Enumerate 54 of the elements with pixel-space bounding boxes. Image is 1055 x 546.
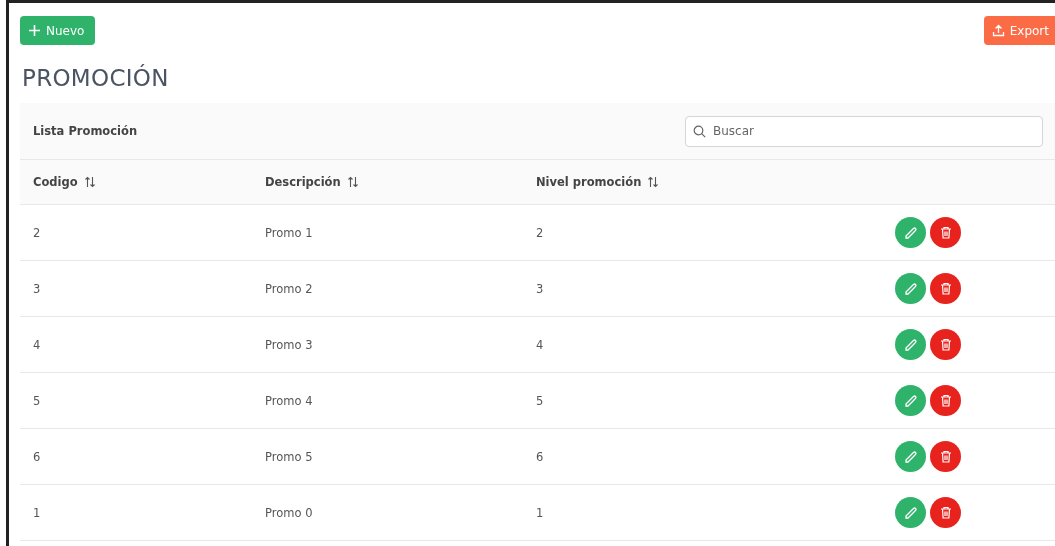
table-cell: 3 [536, 281, 544, 296]
sort-icon[interactable] [83, 176, 96, 188]
pencil-icon [903, 337, 918, 352]
table-cell: 6 [536, 449, 544, 464]
table-cell: 5 [536, 393, 544, 408]
table-cell: 1 [33, 505, 41, 520]
search-icon [693, 124, 706, 138]
column-header[interactable]: Nivel promoción [536, 175, 642, 189]
delete-button[interactable] [930, 217, 961, 248]
plus-icon [28, 24, 41, 37]
table-cell: 5 [33, 393, 41, 408]
delete-button[interactable] [930, 497, 961, 528]
edit-button[interactable] [895, 273, 926, 304]
pencil-icon [903, 225, 918, 240]
page-title: PROMOCIÓN [22, 65, 170, 91]
edit-button[interactable] [895, 217, 926, 248]
edit-button[interactable] [895, 441, 926, 472]
table-cell: Promo 3 [265, 337, 313, 352]
column-header[interactable]: Descripción [265, 175, 341, 189]
trash-icon [939, 450, 952, 463]
table-cell: Promo 0 [265, 505, 313, 520]
table-cell: Promo 2 [265, 281, 313, 296]
table-cell: 3 [33, 281, 41, 296]
sort-icon[interactable] [647, 176, 660, 188]
pencil-icon [903, 281, 918, 296]
pencil-icon [903, 505, 918, 520]
delete-button[interactable] [930, 441, 961, 472]
sort-icon[interactable] [346, 176, 359, 188]
table-cell: Promo 4 [265, 393, 313, 408]
table-cell: 4 [33, 337, 41, 352]
table-cell: 2 [536, 225, 544, 240]
delete-button[interactable] [930, 329, 961, 360]
column-header[interactable]: Codigo [33, 175, 78, 189]
table-cell: 6 [33, 449, 41, 464]
trash-icon [939, 282, 952, 295]
table-caption: Lista Promoción [33, 124, 138, 138]
edit-button[interactable] [895, 497, 926, 528]
edit-button[interactable] [895, 329, 926, 360]
delete-button[interactable] [930, 385, 961, 416]
table-cell: Promo 1 [265, 225, 313, 240]
trash-icon [939, 394, 952, 407]
pencil-icon [903, 449, 918, 464]
delete-button[interactable] [930, 273, 961, 304]
table-cell: Promo 5 [265, 449, 313, 464]
trash-icon [939, 338, 952, 351]
search-field[interactable]: Buscar [685, 115, 1043, 147]
trash-icon [939, 506, 952, 519]
table-cell: 1 [536, 505, 544, 520]
upload-icon [991, 24, 1005, 37]
table-cell: 2 [33, 225, 41, 240]
edit-button[interactable] [895, 385, 926, 416]
pencil-icon [903, 393, 918, 408]
table-cell: 4 [536, 337, 544, 352]
trash-icon [939, 226, 952, 239]
